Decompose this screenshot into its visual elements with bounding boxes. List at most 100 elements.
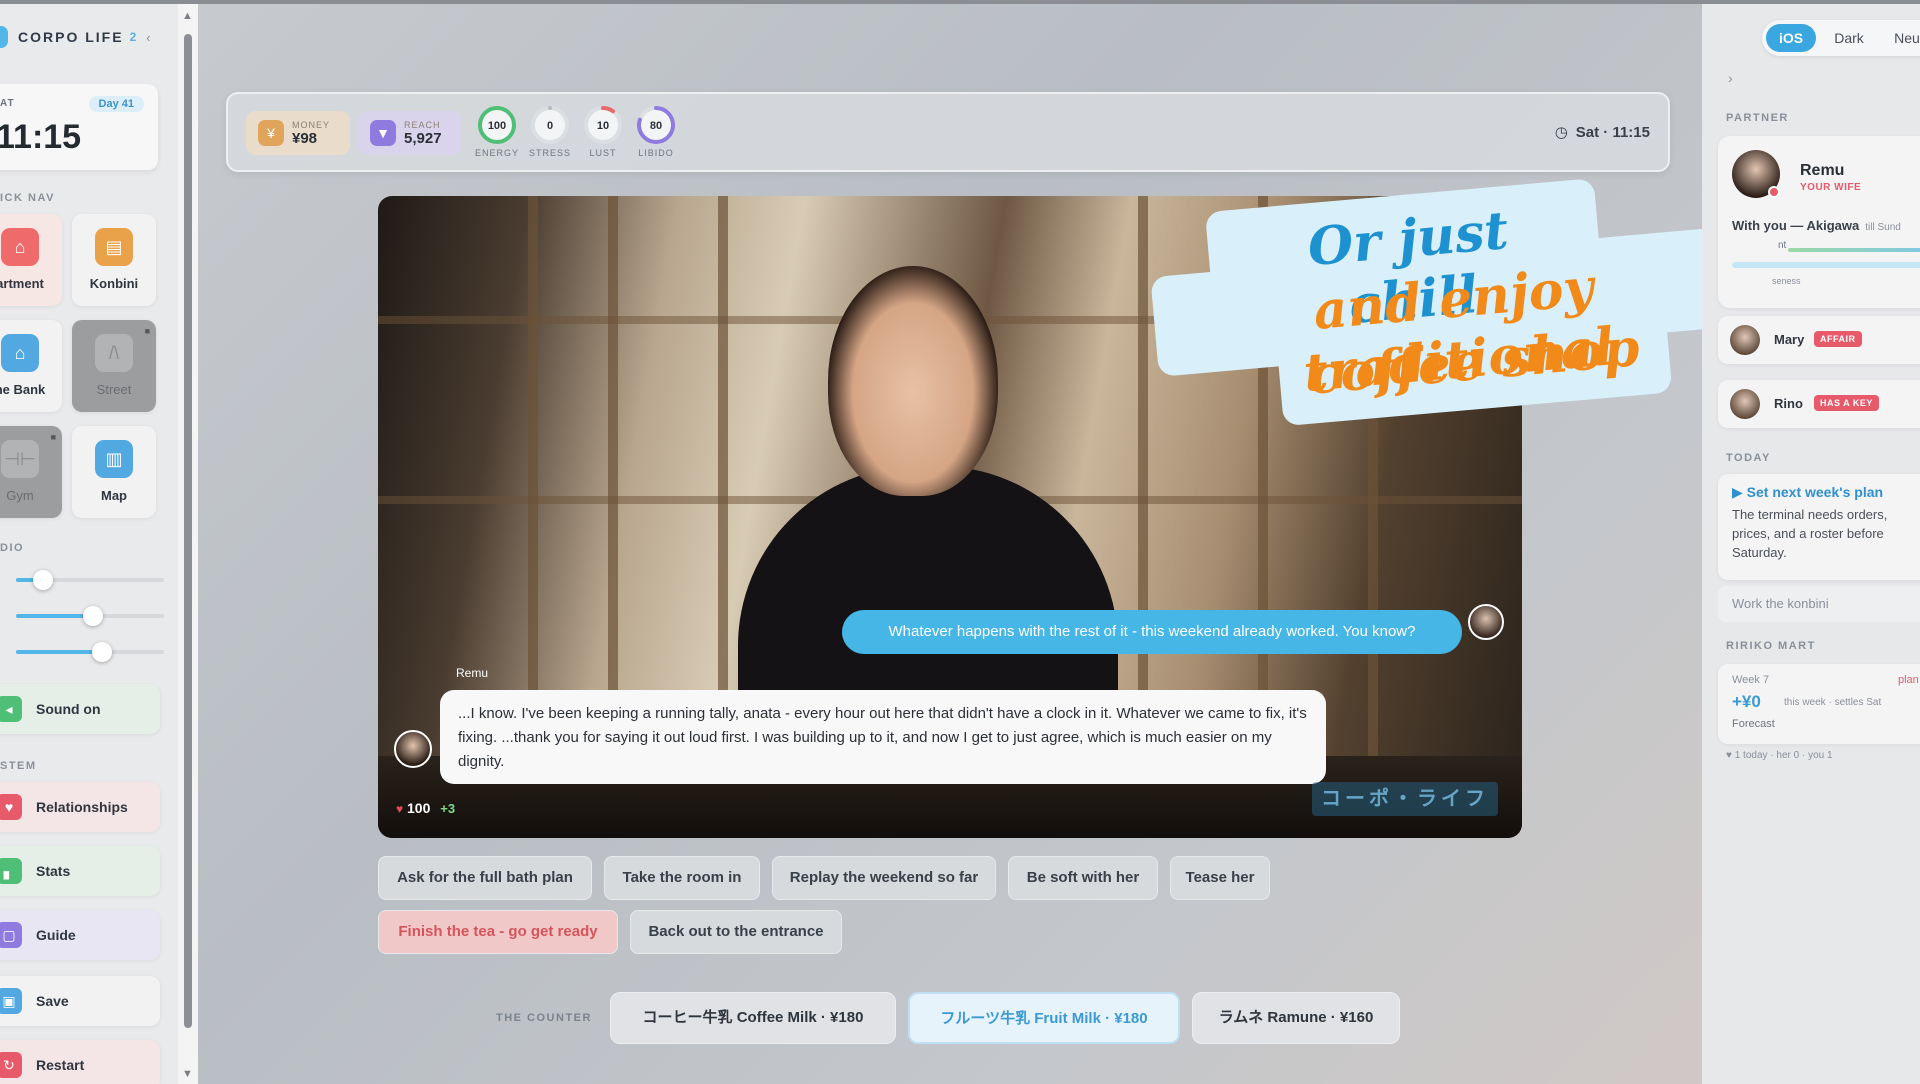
nav-konbini[interactable]: ▤ Konbini — [72, 214, 156, 306]
partner-location-text: With you — Akigawa — [1732, 218, 1860, 233]
time-label: AT — [0, 98, 15, 109]
save-button[interactable]: ▣ Save — [0, 976, 160, 1026]
mart-week: Week 7 — [1732, 674, 1770, 686]
nav-street: ■ /\ Street — [72, 320, 156, 412]
mart-footer: ♥ 1 today · her 0 · you 1 — [1726, 750, 1833, 761]
money-value: ¥98 — [292, 129, 318, 147]
theme-switch: iOS Dark Neu — [1762, 20, 1920, 56]
lust-ring: 10 LUST — [578, 104, 628, 158]
choice-back-out[interactable]: Back out to the entrance — [630, 910, 842, 954]
task-title: Set next week's plan — [1746, 484, 1884, 500]
store-icon: ▤ — [95, 228, 133, 266]
volume-slider-3[interactable] — [16, 642, 164, 662]
nav-map-label: Map — [101, 488, 127, 503]
rino-name: Rino — [1774, 396, 1803, 411]
brand-logo-icon — [0, 26, 8, 48]
hud-clock: ◷ Sat · 11:15 — [1555, 123, 1650, 142]
lust-value: 10 — [597, 120, 609, 132]
nav-apartment[interactable]: ⌂ artment — [0, 214, 62, 306]
mary-name: Mary — [1774, 332, 1805, 347]
expand-chevron-icon[interactable]: › — [1728, 70, 1733, 86]
energy-value: 100 — [488, 120, 506, 132]
sound-toggle-button[interactable]: ◂ Sound on — [0, 684, 160, 734]
choice-tease[interactable]: Tease her — [1170, 856, 1270, 900]
sound-label: Sound on — [36, 701, 101, 717]
watermark-logo: コーポ・ライフ — [1312, 782, 1498, 816]
collapse-chevron-icon[interactable]: ‹ — [146, 30, 150, 45]
status-dot-icon — [1768, 186, 1780, 198]
map-icon: ▥ — [95, 440, 133, 478]
lock-icon: ■ — [144, 326, 150, 336]
reach-value: 5,927 — [404, 129, 442, 147]
buy-fruit-milk-button[interactable]: フルーツ牛乳 Fruit Milk · ¥180 — [908, 992, 1180, 1044]
counter-label: THE COUNTER — [496, 1012, 592, 1024]
trophy-icon: ▼ — [370, 120, 396, 146]
npc-speech-bubble: ...I know. I've been keeping a running t… — [440, 690, 1326, 784]
mary-avatar — [1730, 325, 1760, 355]
stats-button[interactable]: ▖ Stats — [0, 846, 160, 896]
buy-ramune-button[interactable]: ラムネ Ramune · ¥160 — [1192, 992, 1400, 1044]
save-icon: ▣ — [0, 988, 22, 1014]
day-badge: Day 41 — [88, 96, 144, 112]
brand[interactable]: CORPO LIFE 2 ‹ — [0, 26, 151, 48]
relationships-label: Relationships — [36, 799, 128, 815]
theme-dark-tab[interactable]: Dark — [1824, 24, 1874, 52]
restart-button[interactable]: ↻ Restart — [0, 1040, 160, 1084]
mart-card[interactable]: Week 7 plan +¥0 this week · settles Sat … — [1718, 664, 1920, 744]
speaker-icon: ◂ — [0, 696, 22, 722]
task-work-konbini[interactable]: Work the konbini — [1718, 586, 1920, 622]
save-label: Save — [36, 993, 69, 1009]
mart-plan-link[interactable]: plan — [1898, 674, 1919, 686]
volume-slider-1[interactable] — [16, 570, 164, 590]
stress-value: 0 — [547, 120, 553, 132]
stats-label: Stats — [36, 863, 71, 879]
scroll-down-icon[interactable]: ▼ — [182, 1068, 193, 1080]
buy-coffee-milk-button[interactable]: コーヒー牛乳 Coffee Milk · ¥180 — [610, 992, 896, 1044]
lock-icon: ■ — [50, 432, 56, 442]
choice-take-room-in[interactable]: Take the room in — [604, 856, 760, 900]
scroll-up-icon[interactable]: ▲ — [182, 10, 193, 22]
nav-bank[interactable]: ⌂ he Bank — [0, 320, 62, 412]
libido-label: LIBIDO — [638, 148, 674, 158]
contact-mary[interactable]: Mary AFFAIR ♥ — [1718, 316, 1920, 364]
chart-icon: ▖ — [0, 858, 22, 884]
mart-note: this week · settles Sat — [1784, 697, 1882, 708]
guide-label: Guide — [36, 927, 76, 943]
slider-handle[interactable] — [82, 606, 103, 626]
slider-handle[interactable] — [32, 570, 53, 590]
partner-until: till Sund — [1865, 222, 1901, 233]
slider-handle[interactable] — [91, 642, 112, 662]
nav-apartment-label: artment — [0, 276, 44, 291]
sidebar-scrollbar[interactable]: ▲ ▼ — [178, 4, 198, 1084]
task-card[interactable]: ▶ Set next week's plan The terminal need… — [1718, 474, 1920, 580]
choice-finish-tea[interactable]: Finish the tea - go get ready — [378, 910, 618, 954]
stress-ring: 0 STRESS — [525, 104, 575, 158]
nav-gym: ■ ⊣⊢ Gym — [0, 426, 62, 518]
hud-time-value: Sat · 11:15 — [1575, 123, 1650, 141]
scroll-thumb[interactable] — [184, 34, 192, 1028]
theme-ios-tab[interactable]: iOS — [1766, 24, 1816, 52]
contact-rino[interactable]: Rino HAS A KEY ♥ — [1718, 380, 1920, 428]
guide-button[interactable]: ▢ Guide — [0, 910, 160, 960]
volume-slider-2[interactable] — [16, 606, 164, 626]
money-label: MONEY — [292, 119, 331, 130]
task-description: The terminal needs orders, prices, and a… — [1732, 507, 1888, 560]
nav-map[interactable]: ▥ Map — [72, 426, 156, 518]
player-speech-bubble: Whatever happens with the rest of it - t… — [842, 610, 1462, 654]
system-label: STEM — [0, 760, 37, 772]
heart-icon: ♥ — [396, 802, 404, 816]
libido-ring: 80 LIBIDO — [631, 104, 681, 158]
has-key-badge: HAS A KEY — [1814, 395, 1879, 411]
choice-be-soft[interactable]: Be soft with her — [1008, 856, 1158, 900]
partner-card[interactable]: Remu YOUR WIFE With you — Akigawa till Su… — [1718, 136, 1920, 308]
theme-neu-tab[interactable]: Neu — [1882, 24, 1920, 52]
affection-value: 100 — [407, 800, 431, 816]
choice-bath-plan[interactable]: Ask for the full bath plan — [378, 856, 592, 900]
choice-replay-weekend[interactable]: Replay the weekend so far — [772, 856, 996, 900]
money-stat: ¥ MONEY ¥98 — [246, 111, 350, 155]
nav-gym-label: Gym — [6, 488, 34, 503]
heart-icon: ♥ — [0, 794, 22, 820]
top-edge — [0, 0, 1920, 4]
relationships-button[interactable]: ♥ Relationships — [0, 782, 160, 832]
libido-value: 80 — [650, 120, 662, 132]
